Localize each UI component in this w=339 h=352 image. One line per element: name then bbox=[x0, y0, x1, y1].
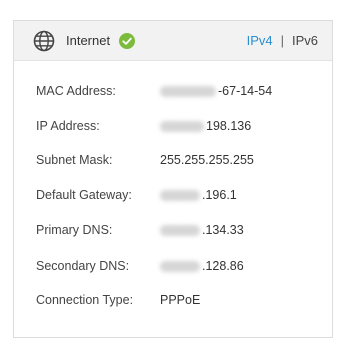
field-value: .196.1 bbox=[160, 188, 237, 202]
redacted-value bbox=[160, 120, 204, 132]
field-value-text: 198.136 bbox=[206, 119, 252, 133]
field-value: .134.33 bbox=[160, 223, 244, 237]
field-value: PPPoE bbox=[160, 293, 200, 307]
globe-icon bbox=[33, 30, 55, 52]
field-value: -67-14-54 bbox=[160, 84, 272, 98]
internet-status-card: Internet IPv4 | IPv6 MAC Address: -67-14… bbox=[13, 20, 333, 338]
card-title: Internet bbox=[66, 33, 111, 48]
field-label: Secondary DNS: bbox=[36, 259, 130, 273]
tab-ipv6[interactable]: IPv6 bbox=[292, 33, 318, 48]
tab-ipv4[interactable]: IPv4 bbox=[247, 33, 273, 48]
field-row-secondary-dns: Secondary DNS: .128.86 bbox=[36, 256, 326, 276]
field-label: Primary DNS: bbox=[36, 223, 113, 237]
field-value-text: 255.255.255.255 bbox=[160, 153, 254, 167]
field-label: Connection Type: bbox=[36, 293, 134, 307]
field-label: Subnet Mask: bbox=[36, 153, 113, 167]
tab-separator: | bbox=[280, 33, 284, 48]
field-row-ip-address: IP Address: 198.136 bbox=[36, 116, 326, 136]
ip-version-tabs: IPv4 | IPv6 bbox=[247, 33, 318, 48]
card-header: Internet IPv4 | IPv6 bbox=[14, 21, 332, 61]
redacted-value bbox=[160, 189, 200, 201]
field-row-mac-address: MAC Address: -67-14-54 bbox=[36, 81, 326, 101]
field-value-text: .196.1 bbox=[202, 188, 237, 202]
field-row-default-gateway: Default Gateway: .196.1 bbox=[36, 185, 326, 205]
field-value: 255.255.255.255 bbox=[160, 153, 254, 167]
check-circle-icon bbox=[119, 32, 136, 49]
redacted-value bbox=[160, 260, 200, 272]
field-value: 198.136 bbox=[160, 119, 251, 133]
field-label: IP Address: bbox=[36, 119, 100, 133]
field-row-primary-dns: Primary DNS: .134.33 bbox=[36, 220, 326, 240]
field-row-subnet-mask: Subnet Mask: 255.255.255.255 bbox=[36, 150, 326, 170]
field-label: Default Gateway: bbox=[36, 188, 132, 202]
field-value-text: .134.33 bbox=[202, 223, 244, 237]
field-row-connection-type: Connection Type: PPPoE bbox=[36, 290, 326, 310]
field-value: .128.86 bbox=[160, 259, 244, 273]
field-value-text: .128.86 bbox=[202, 259, 244, 273]
field-value-text: -67-14-54 bbox=[218, 84, 273, 98]
field-label: MAC Address: bbox=[36, 84, 116, 98]
redacted-value bbox=[160, 224, 200, 236]
field-value-text: PPPoE bbox=[160, 293, 201, 307]
redacted-value bbox=[160, 85, 216, 97]
